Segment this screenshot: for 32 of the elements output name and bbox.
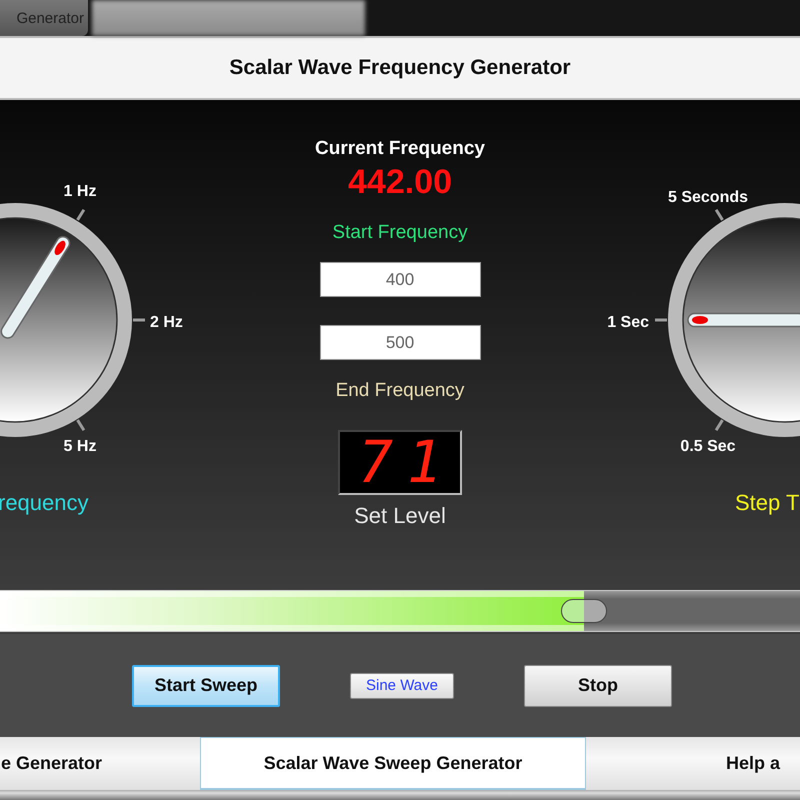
- dial-label: 1 Sec: [607, 314, 649, 331]
- window-title: Scalar Wave Frequency Generator: [229, 56, 571, 80]
- current-frequency-label: Current Frequency: [315, 138, 485, 160]
- tick-mark: [76, 419, 86, 432]
- frequency-readout: 442.00: [348, 163, 452, 202]
- tab[interactable]: Help a: [586, 737, 800, 790]
- dial-label: 0.5 Sec: [680, 438, 736, 455]
- dial-label: 5 Seconds: [668, 189, 748, 206]
- tab[interactable]: e Generator: [0, 737, 200, 790]
- level-display: 71: [338, 430, 462, 495]
- dial-knob[interactable]: [668, 203, 800, 437]
- slider-thumb[interactable]: [561, 599, 607, 623]
- tick-mark: [76, 208, 86, 221]
- dial-knob[interactable]: [0, 203, 132, 437]
- tick-mark: [714, 419, 724, 432]
- tick-mark: [133, 318, 145, 322]
- end-frequency-field[interactable]: 500: [320, 325, 480, 360]
- start-frequency-label: Start Frequency: [332, 222, 468, 244]
- action-button[interactable]: Sine Wave: [350, 672, 454, 698]
- set-level-label: Set Level: [354, 503, 446, 529]
- action-button[interactable]: Stop: [524, 664, 672, 706]
- slider-track[interactable]: [0, 590, 800, 632]
- start-frequency-field[interactable]: 400: [320, 262, 480, 297]
- dial-label: 2 Hz: [150, 314, 183, 331]
- end-frequency-label: End Frequency: [336, 380, 464, 402]
- dial-caption: Step T: [735, 490, 800, 515]
- tab[interactable]: Scalar Wave Sweep Generator: [200, 737, 586, 790]
- action-button[interactable]: Start Sweep: [132, 664, 280, 706]
- tick-mark: [655, 318, 667, 322]
- dial-label: 5 Hz: [64, 438, 96, 455]
- tick-mark: [714, 208, 724, 221]
- dial-label: 1 Hz: [64, 183, 96, 200]
